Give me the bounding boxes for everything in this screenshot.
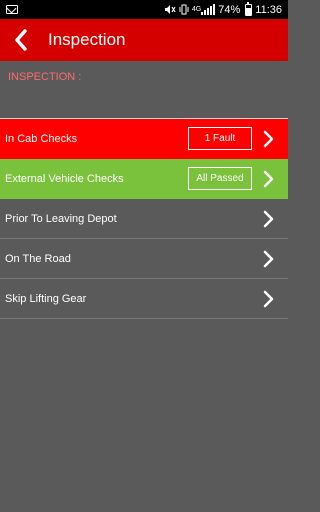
signal-icon: 4G: [192, 4, 216, 15]
chevron-right-icon: [262, 170, 274, 188]
back-arrow-icon: [15, 29, 27, 51]
list-item-label: In Cab Checks: [5, 132, 78, 145]
mute-icon: [164, 4, 176, 15]
section-label: INSPECTION :: [8, 71, 82, 83]
battery-icon: [243, 1, 253, 16]
back-button[interactable]: [0, 19, 42, 61]
vibrate-icon: [179, 4, 189, 15]
mail-icon: [6, 5, 18, 14]
chevron-right-icon: [262, 130, 274, 148]
chevron-right-icon: [262, 210, 274, 228]
list-item-on-the-road[interactable]: On The Road: [0, 239, 288, 279]
list-item-prior-to-leaving-depot[interactable]: Prior To Leaving Depot: [0, 199, 288, 239]
page-title: Inspection: [48, 30, 126, 49]
list-item-label: Prior To Leaving Depot: [5, 212, 117, 225]
chevron-right-icon: [262, 290, 274, 308]
list-item-label: External Vehicle Checks: [5, 172, 124, 185]
list-item-in-cab-checks[interactable]: In Cab Checks 1 Fault: [0, 119, 288, 159]
section-header: INSPECTION :: [0, 61, 288, 119]
list-item-label: On The Road: [5, 252, 71, 265]
status-bar: 4G 74% 11:36: [0, 0, 288, 19]
list-item-skip-lifting-gear[interactable]: Skip Lifting Gear: [0, 279, 288, 319]
list-item-external-vehicle-checks[interactable]: External Vehicle Checks All Passed: [0, 159, 288, 199]
clock: 11:36: [255, 3, 282, 16]
app-bar: Inspection: [0, 19, 288, 61]
status-badge: 1 Fault: [188, 127, 252, 150]
status-badge: All Passed: [188, 167, 252, 190]
battery-percent: 74%: [218, 3, 241, 16]
list-item-label: Skip Lifting Gear: [5, 292, 87, 305]
chevron-right-icon: [262, 250, 274, 268]
